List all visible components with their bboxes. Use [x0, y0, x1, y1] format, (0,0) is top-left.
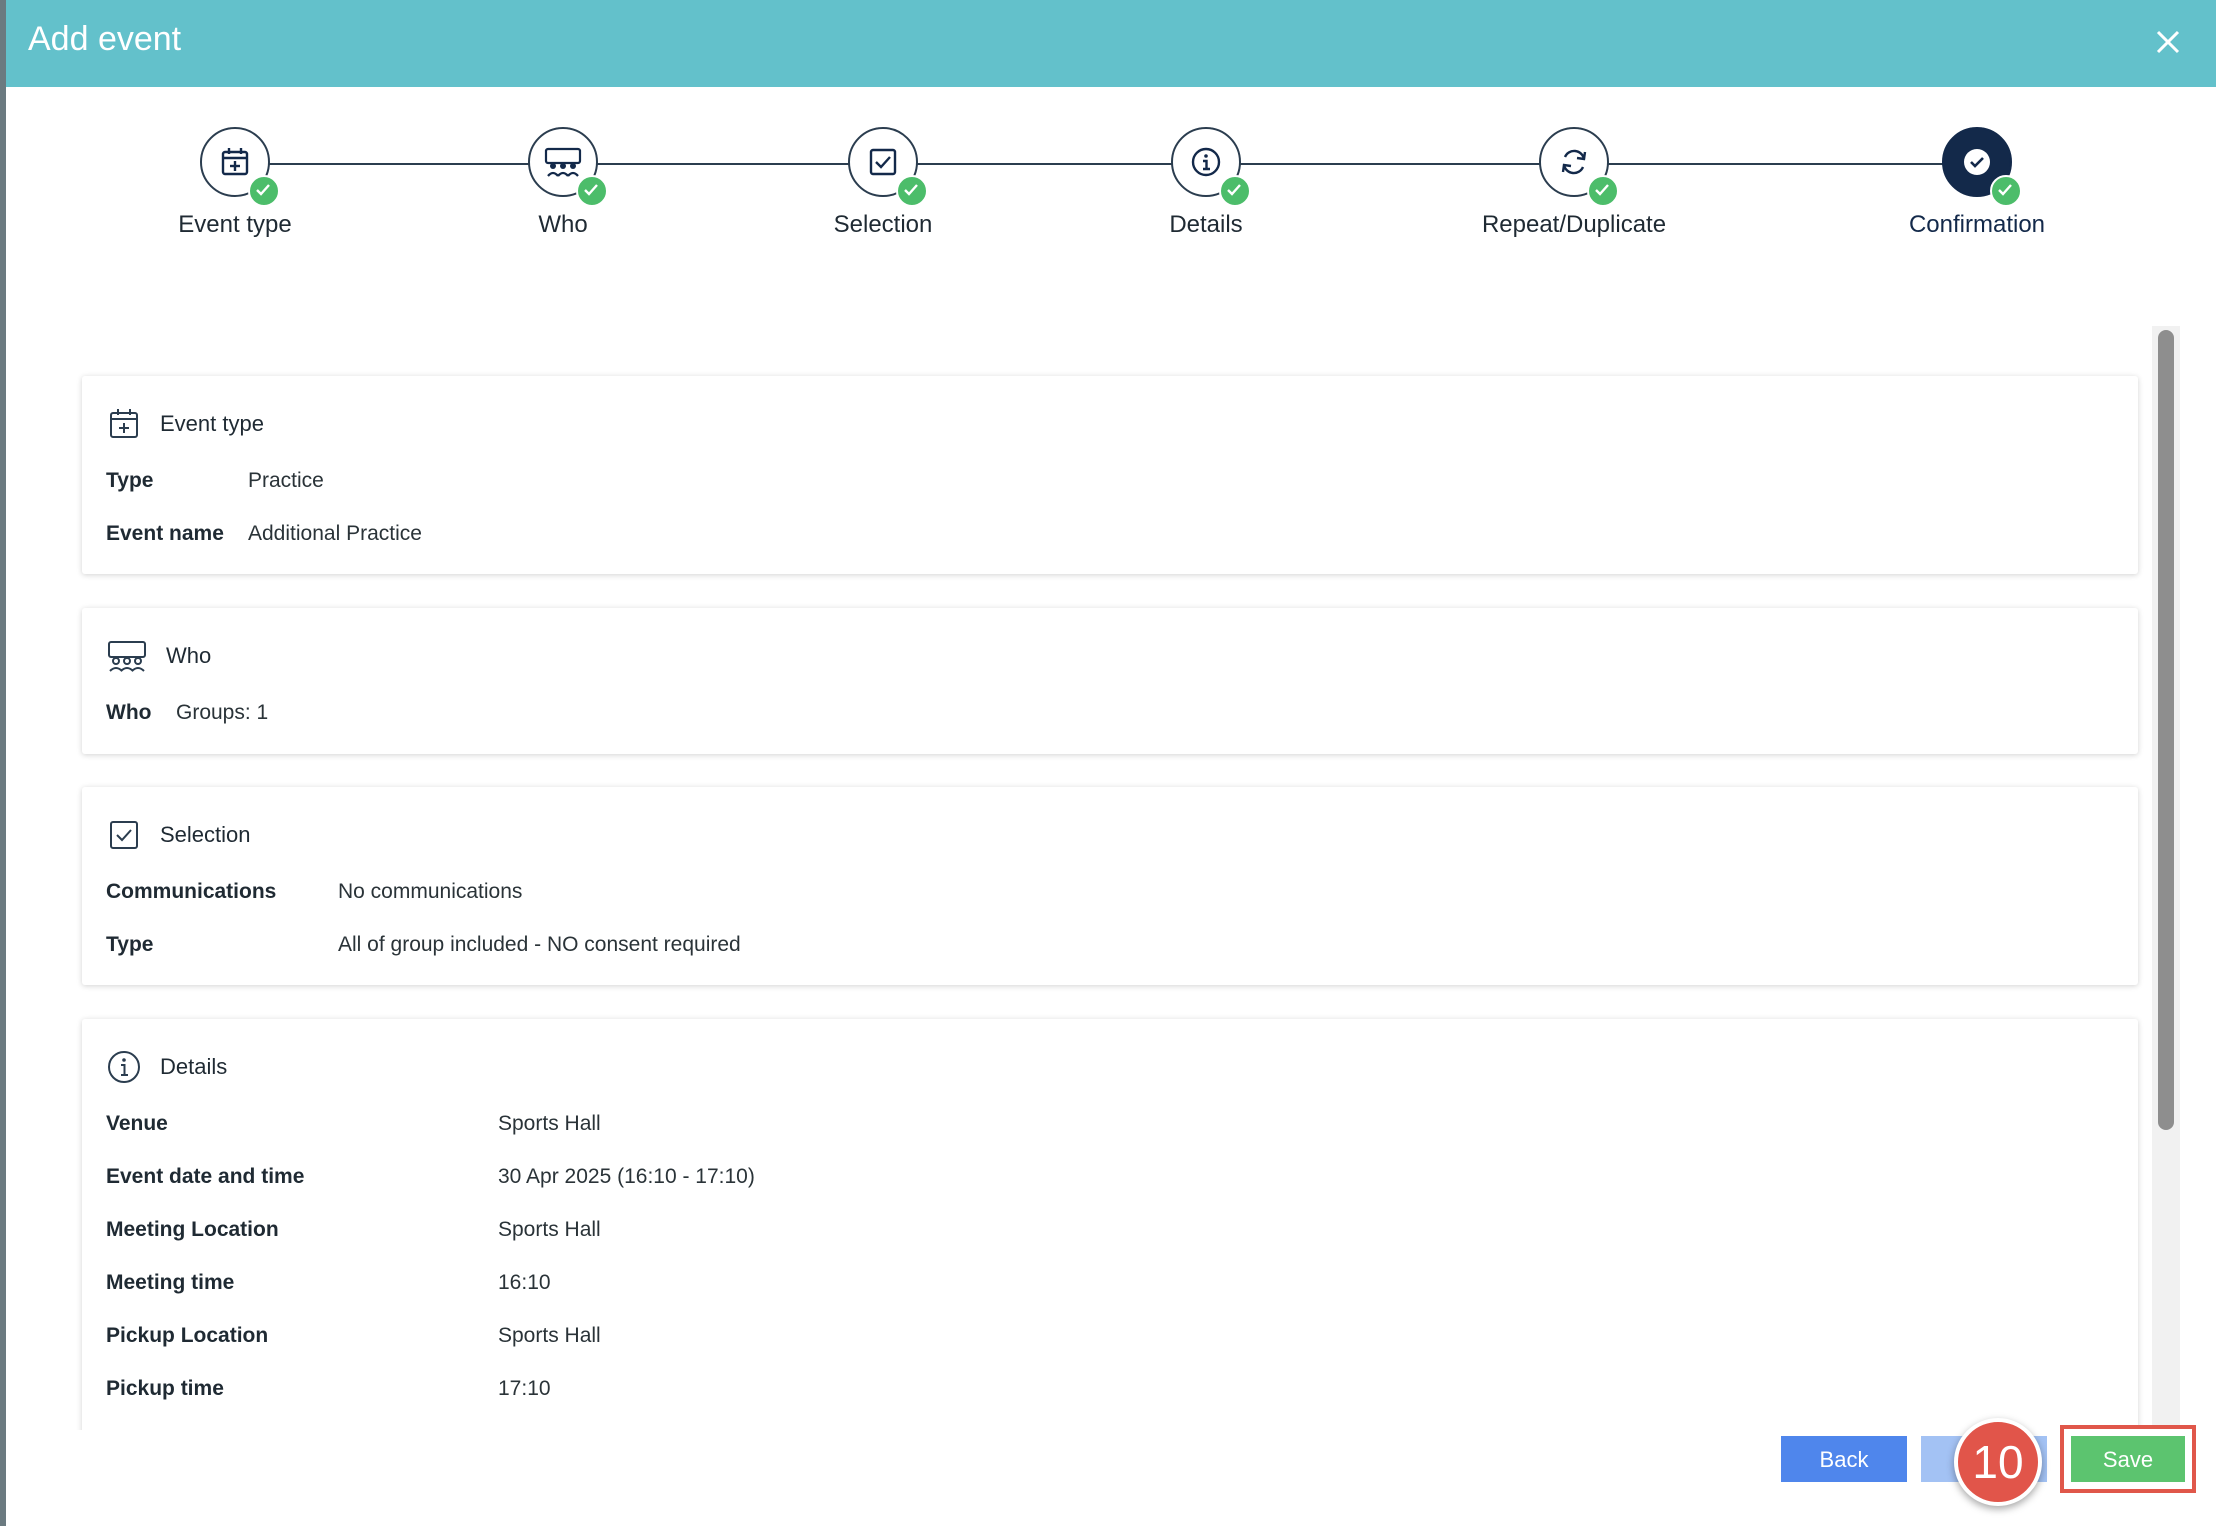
step-repeat-duplicate[interactable]: Repeat/Duplicate: [1424, 127, 1724, 239]
selection-card: Selection Communications No communicatio…: [82, 787, 2138, 985]
save-button[interactable]: Save: [2071, 1436, 2185, 1482]
back-button[interactable]: Back: [1781, 1436, 1907, 1482]
field-value: 30 Apr 2025 (16:10 - 17:10): [498, 1165, 755, 1188]
event-type-card: Event type Type Practice Event name Addi…: [82, 376, 2138, 574]
summary-content: Event type Type Practice Event name Addi…: [76, 368, 2146, 1430]
calendar-plus-icon: [221, 148, 249, 176]
step-label: Details: [1169, 211, 1243, 238]
step-label: Repeat/Duplicate: [1481, 211, 1667, 238]
check-badge-icon: [248, 175, 280, 207]
check-circle-icon: [1964, 149, 1990, 175]
field-label: Event name: [106, 522, 224, 545]
check-badge-icon: [896, 175, 928, 207]
group-icon: [108, 641, 146, 672]
step-event-type[interactable]: Event type: [85, 127, 385, 239]
step-circle: [1171, 127, 1251, 207]
card-title: Who: [166, 643, 212, 668]
add-event-modal: Add event Event type Who Selection Detai…: [6, 0, 2216, 1526]
field-value: No communications: [338, 880, 523, 903]
step-label: Event type: [178, 211, 292, 238]
step-label: Selection: [833, 211, 933, 238]
step-label: Who: [538, 211, 588, 238]
step-label: Confirmation: [1908, 211, 2046, 238]
refresh-icon: [1561, 149, 1587, 175]
details-card: Details Venue Sports Hall Event date and…: [82, 1019, 2138, 1430]
card-title: Selection: [160, 822, 251, 847]
content-scrollbar[interactable]: [2152, 326, 2180, 1430]
check-badge-icon: [1219, 175, 1251, 207]
card-header: Who: [106, 638, 211, 674]
checkbox-icon: [110, 821, 138, 849]
info-icon: [1191, 147, 1221, 177]
card-header: Event type: [106, 406, 264, 442]
field-value: Groups: 1: [176, 701, 269, 724]
field-value: All of group included - NO consent requi…: [338, 933, 741, 956]
stepper: Event type Who Selection Details Repeat/…: [6, 87, 2216, 287]
card-header: Selection: [106, 817, 251, 853]
step-selection[interactable]: Selection: [733, 127, 1033, 239]
check-badge-icon: [576, 175, 608, 207]
field-value: Sports Hall: [498, 1112, 601, 1135]
field-value: Sports Hall: [498, 1324, 601, 1347]
card-title: Event type: [160, 411, 264, 436]
step-circle: [528, 127, 608, 207]
step-number-marker: 10: [1954, 1418, 2042, 1506]
scrollbar-thumb[interactable]: [2158, 330, 2174, 1130]
check-badge-icon: [1990, 175, 2022, 207]
step-circle: [1942, 127, 2022, 207]
modal-title: Add event: [28, 20, 182, 58]
field-label: Event date and time: [106, 1165, 305, 1188]
calendar-plus-icon: [110, 409, 138, 438]
field-label: Pickup Location: [106, 1324, 269, 1347]
card-title: Details: [160, 1054, 228, 1079]
field-value: Additional Practice: [248, 522, 422, 545]
card-header: Details: [106, 1049, 227, 1085]
field-value: 16:10: [498, 1271, 551, 1294]
field-label: Meeting time: [106, 1271, 235, 1294]
checkbox-icon: [869, 148, 897, 176]
field-label: Type: [106, 469, 154, 492]
step-circle: [200, 127, 280, 207]
field-value: 17:10: [498, 1377, 551, 1400]
field-label: Type: [106, 933, 154, 956]
close-icon[interactable]: [2148, 22, 2188, 62]
field-label: Communications: [106, 880, 277, 903]
step-circle: [1539, 127, 1619, 207]
group-icon: [544, 147, 582, 177]
field-label: Who: [106, 701, 152, 724]
field-label: Pickup time: [106, 1377, 224, 1400]
step-details[interactable]: Details: [1056, 127, 1356, 239]
who-card: Who Who Groups: 1: [82, 608, 2138, 754]
field-value: Practice: [248, 469, 324, 492]
check-badge-icon: [1587, 175, 1619, 207]
modal-header: Add event: [6, 0, 2216, 87]
field-value: Sports Hall: [498, 1218, 601, 1241]
field-label: Venue: [106, 1112, 168, 1135]
step-confirmation[interactable]: Confirmation: [1827, 127, 2127, 239]
step-who[interactable]: Who: [413, 127, 713, 239]
info-icon: [108, 1051, 140, 1083]
step-circle: [848, 127, 928, 207]
field-label: Meeting Location: [106, 1218, 279, 1241]
